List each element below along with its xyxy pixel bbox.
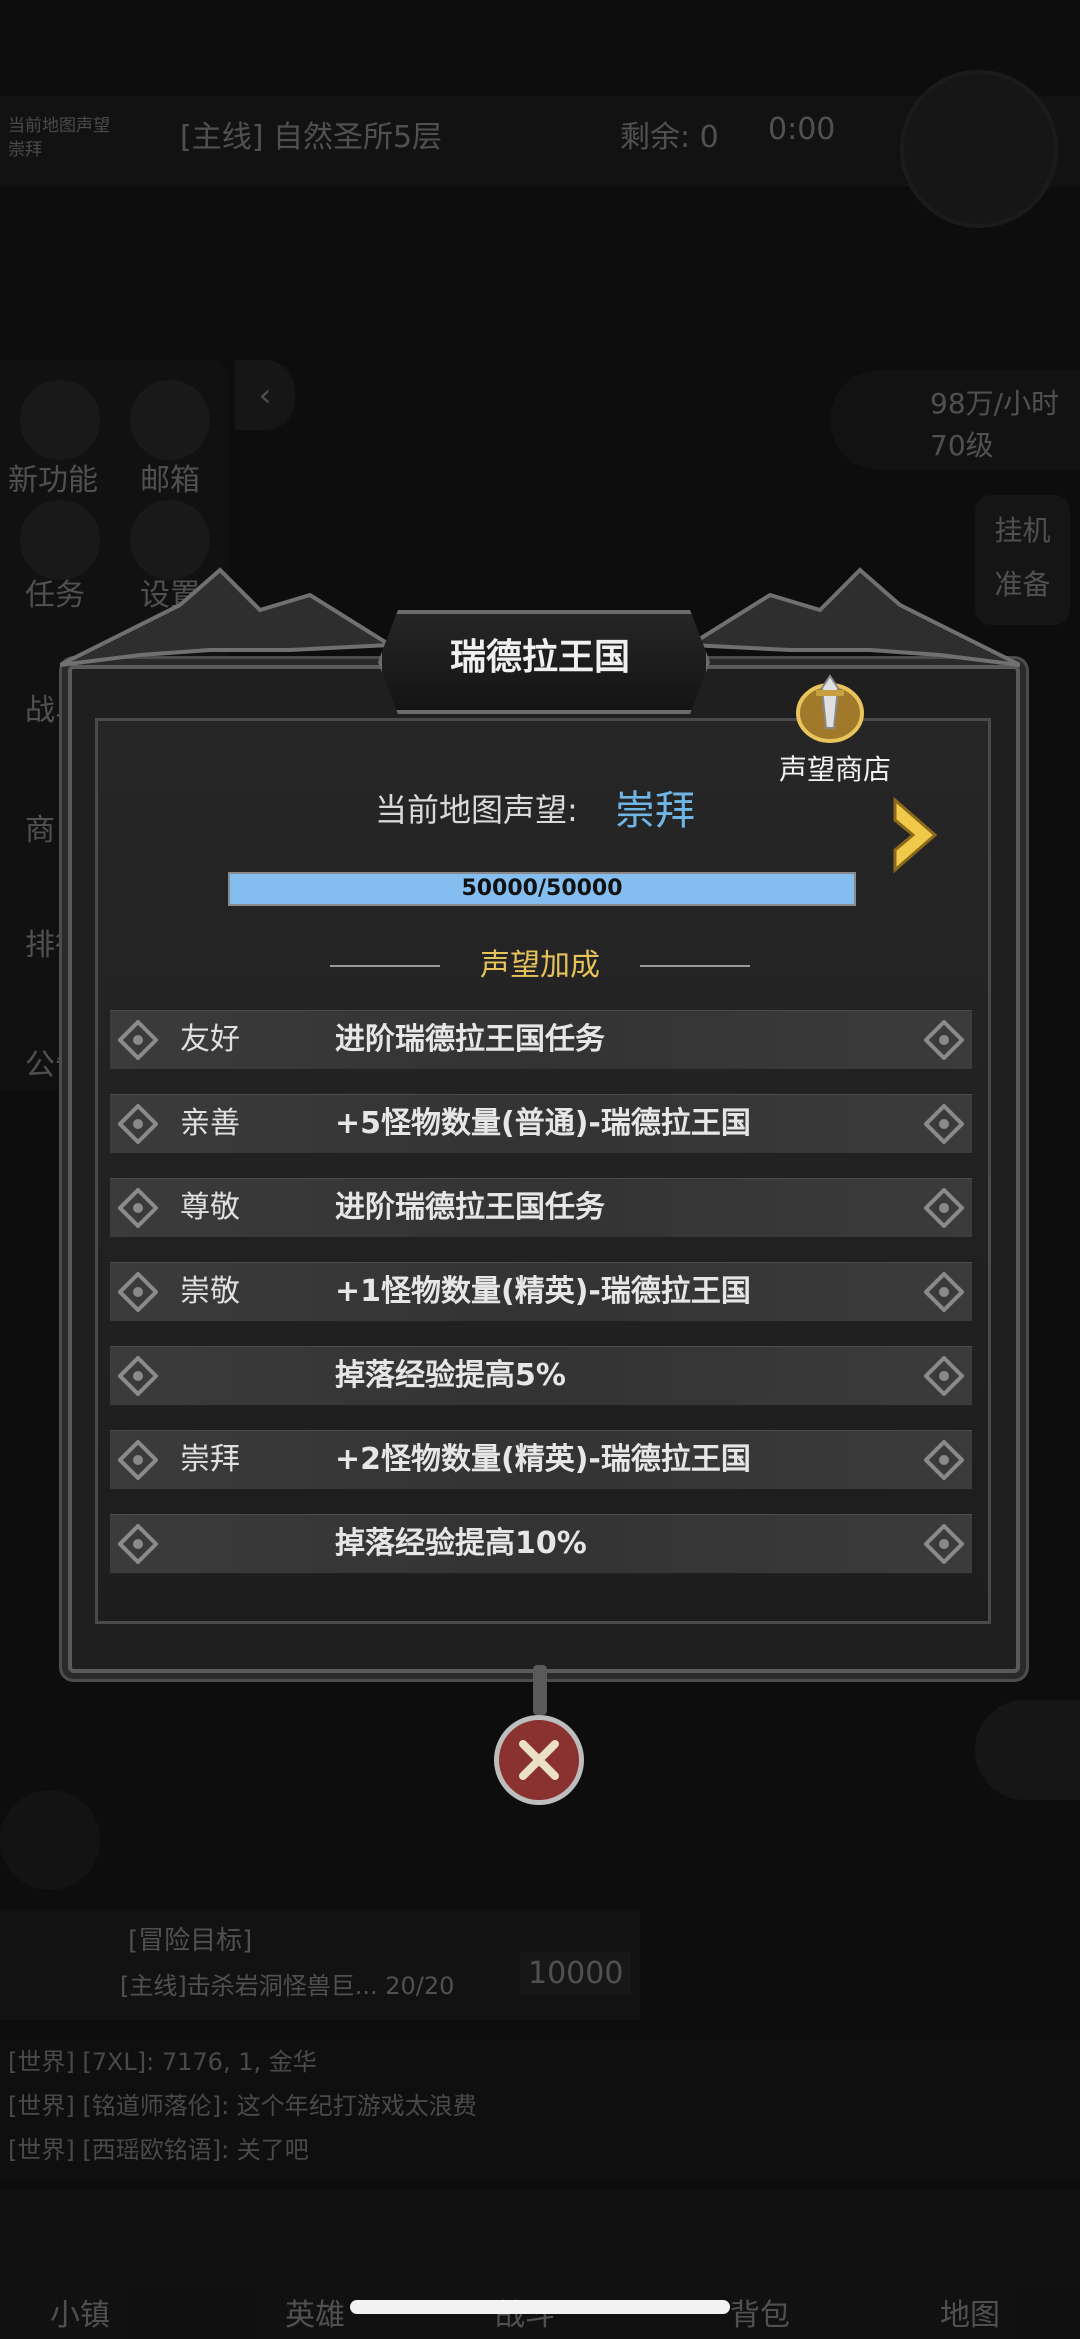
bonus-desc: +5怪物数量(普通)-瑞德拉王国 <box>335 1106 751 1141</box>
income-rate-panel: 98万/小时 70级 <box>830 370 1080 470</box>
ornament-icon <box>924 1272 964 1312</box>
close-icon[interactable] <box>499 1720 579 1800</box>
mini-label: 当前地图声望 <box>8 116 110 136</box>
side-item-new-feature[interactable]: 新功能 <box>8 455 98 499</box>
reputation-progress-bar: 50000/50000 <box>228 872 856 906</box>
chat-feed[interactable]: [世界] [7XL]: 7176, 1, 金华 [世界] [铭道师落伦]: 这个… <box>0 2040 1080 2180</box>
chat-line: [世界] [铭道师落伦]: 这个年纪打游戏太浪费 <box>8 2092 477 2120</box>
goal-text: [主线]击杀岩洞怪兽巨... 20/20 <box>120 1966 454 2001</box>
ornament-icon <box>924 1356 964 1396</box>
collapse-side-button[interactable]: ‹ <box>235 360 295 430</box>
goal-desc: [主线]击杀岩洞怪兽巨... <box>120 1972 378 2000</box>
bottom-nav: 小镇 英雄 战斗 背包 地图 <box>0 2190 1080 2339</box>
tab-town[interactable]: 小镇 <box>50 2290 110 2334</box>
adventure-goal[interactable]: [冒险目标] [主线]击杀岩洞怪兽巨... 20/20 10000 <box>0 1910 640 2020</box>
tab-hero[interactable]: 英雄 <box>285 2290 345 2334</box>
chat-line: [世界] [7XL]: 7176, 1, 金华 <box>8 2048 317 2076</box>
bonus-desc: 掉落经验提高10% <box>335 1526 587 1561</box>
ornament-icon <box>118 1104 158 1144</box>
ornament-icon <box>118 1440 158 1480</box>
bonus-desc: +1怪物数量(精英)-瑞德拉王国 <box>335 1274 751 1309</box>
right-wing-ornament <box>690 567 1020 667</box>
chevron-right-icon[interactable] <box>885 795 945 875</box>
tab-map[interactable]: 地图 <box>940 2290 1000 2334</box>
list-item: 崇敬 +1怪物数量(精英)-瑞德拉王国 <box>110 1262 972 1322</box>
list-item: 尊敬 进阶瑞德拉王国任务 <box>110 1178 972 1238</box>
goal-reward: 10000 <box>520 1952 632 1995</box>
ornament-icon <box>118 1188 158 1228</box>
ornament-icon <box>924 1188 964 1228</box>
modal-title: 瑞德拉王国 <box>449 637 630 678</box>
boss-fab[interactable] <box>0 1790 100 1890</box>
home-indicator[interactable] <box>350 2300 730 2314</box>
remaining-count: 剩余: 0 <box>620 120 719 155</box>
map-reputation-mini[interactable]: 当前地图声望 崇拜 <box>8 114 158 162</box>
income-per-hour: 98万/小时 <box>930 387 1060 420</box>
list-item: 崇拜 +2怪物数量(精英)-瑞德拉王国 <box>110 1430 972 1490</box>
current-quest[interactable]: [主线] 自然圣所5层 <box>180 112 442 156</box>
shop-icon[interactable] <box>790 668 870 748</box>
chat-line: [世界] [西瑶欧铭语]: 关了吧 <box>8 2136 309 2164</box>
mail-icon[interactable] <box>130 380 210 460</box>
ornament-icon <box>118 1272 158 1312</box>
bonus-header-text: 声望加成 <box>480 948 600 983</box>
list-item: 亲善 +5怪物数量(普通)-瑞德拉王国 <box>110 1094 972 1154</box>
bonus-desc: 进阶瑞德拉王国任务 <box>335 1190 605 1225</box>
rank-label: 亲善 <box>180 1106 240 1141</box>
list-item: 掉落经验提高10% <box>110 1514 972 1574</box>
side-item-mail[interactable]: 邮箱 <box>140 455 200 499</box>
bonus-list: 友好 进阶瑞德拉王国任务 亲善 +5怪物数量(普通)-瑞德拉王国 尊敬 进阶瑞德… <box>110 1010 972 1598</box>
new-feature-icon[interactable] <box>20 380 100 460</box>
goal-title: [冒险目标] <box>128 1926 253 1956</box>
left-wing-ornament <box>60 567 390 667</box>
close-button[interactable] <box>494 1715 584 1805</box>
battle-fab[interactable] <box>975 1700 1080 1800</box>
idle-label: 挂机 <box>994 514 1051 547</box>
bonus-desc: +2怪物数量(精英)-瑞德拉王国 <box>335 1442 751 1477</box>
ornament-icon <box>924 1104 964 1144</box>
list-item: 掉落经验提高5% <box>110 1346 972 1406</box>
rank-label: 尊敬 <box>180 1190 240 1225</box>
side-item-shop[interactable]: 商 <box>25 805 55 849</box>
timer: 0:00 <box>768 112 836 147</box>
bonus-desc: 进阶瑞德拉王国任务 <box>335 1022 605 1057</box>
ornament-icon <box>118 1020 158 1060</box>
player-level: 70级 <box>930 429 994 462</box>
bonus-desc: 掉落经验提高5% <box>335 1358 566 1393</box>
list-item: 友好 进阶瑞德拉王国任务 <box>110 1010 972 1070</box>
mini-value: 崇拜 <box>8 140 42 160</box>
goal-progress: 20/20 <box>385 1972 455 2000</box>
bonus-header: 声望加成 <box>330 946 750 986</box>
progress-text: 50000/50000 <box>461 876 623 901</box>
close-chain <box>533 1665 547 1715</box>
ornament-icon <box>118 1356 158 1396</box>
current-reputation-value: 崇拜 <box>615 788 695 834</box>
ornament-icon <box>118 1524 158 1564</box>
rank-label: 友好 <box>180 1022 240 1057</box>
rank-label: 崇敬 <box>180 1274 240 1309</box>
ornament-icon <box>924 1524 964 1564</box>
rank-label: 崇拜 <box>180 1442 240 1477</box>
tab-bag[interactable]: 背包 <box>730 2290 790 2334</box>
shop-label[interactable]: 声望商店 <box>770 748 900 788</box>
current-reputation-label: 当前地图声望: <box>375 791 578 829</box>
boss-avatar[interactable] <box>900 70 1058 228</box>
ornament-icon <box>924 1440 964 1480</box>
ornament-icon <box>924 1020 964 1060</box>
